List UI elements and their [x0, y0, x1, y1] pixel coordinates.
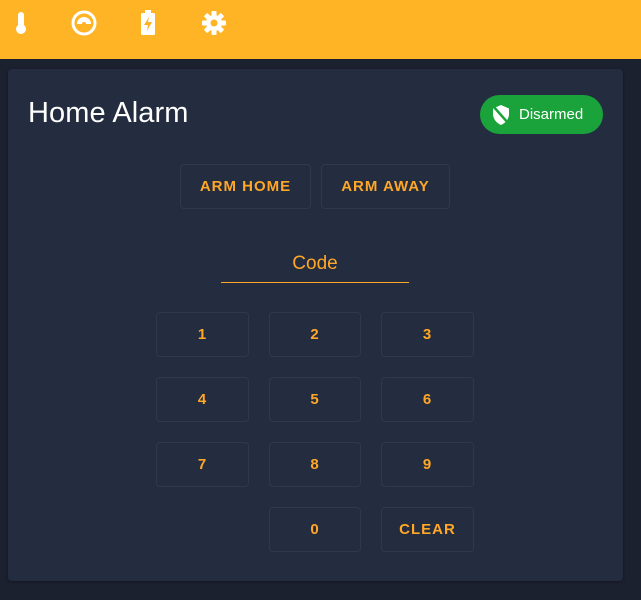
- arm-home-button[interactable]: ARM HOME: [180, 164, 311, 209]
- keypad-button-9[interactable]: 9: [381, 442, 474, 487]
- keypad-button-4[interactable]: 4: [156, 377, 249, 422]
- keypad-button-6[interactable]: 6: [381, 377, 474, 422]
- thermometer-icon[interactable]: [6, 8, 36, 38]
- status-label: Disarmed: [519, 106, 584, 123]
- arm-away-button[interactable]: ARM AWAY: [321, 164, 450, 209]
- keypad-button-1[interactable]: 1: [156, 312, 249, 357]
- top-toolbar: [0, 0, 641, 59]
- clear-button[interactable]: CLEAR: [381, 507, 474, 552]
- keypad-button-0[interactable]: 0: [269, 507, 361, 552]
- code-field: [221, 245, 409, 283]
- keypad-button-7[interactable]: 7: [156, 442, 249, 487]
- keypad-button-5[interactable]: 5: [269, 377, 361, 422]
- alarm-panel-card: Home Alarm Disarmed ARM HOME ARM AWAY 1 …: [8, 69, 623, 581]
- keypad-button-8[interactable]: 8: [269, 442, 361, 487]
- status-badge: Disarmed: [480, 95, 603, 134]
- shield-off-icon: [491, 104, 511, 126]
- keypad-button-2[interactable]: 2: [269, 312, 361, 357]
- code-input[interactable]: [221, 245, 409, 282]
- gear-icon[interactable]: [199, 8, 229, 38]
- card-title: Home Alarm: [28, 97, 189, 129]
- keypad-button-3[interactable]: 3: [381, 312, 474, 357]
- gauge-icon[interactable]: [69, 8, 99, 38]
- battery-charging-icon[interactable]: [133, 8, 163, 38]
